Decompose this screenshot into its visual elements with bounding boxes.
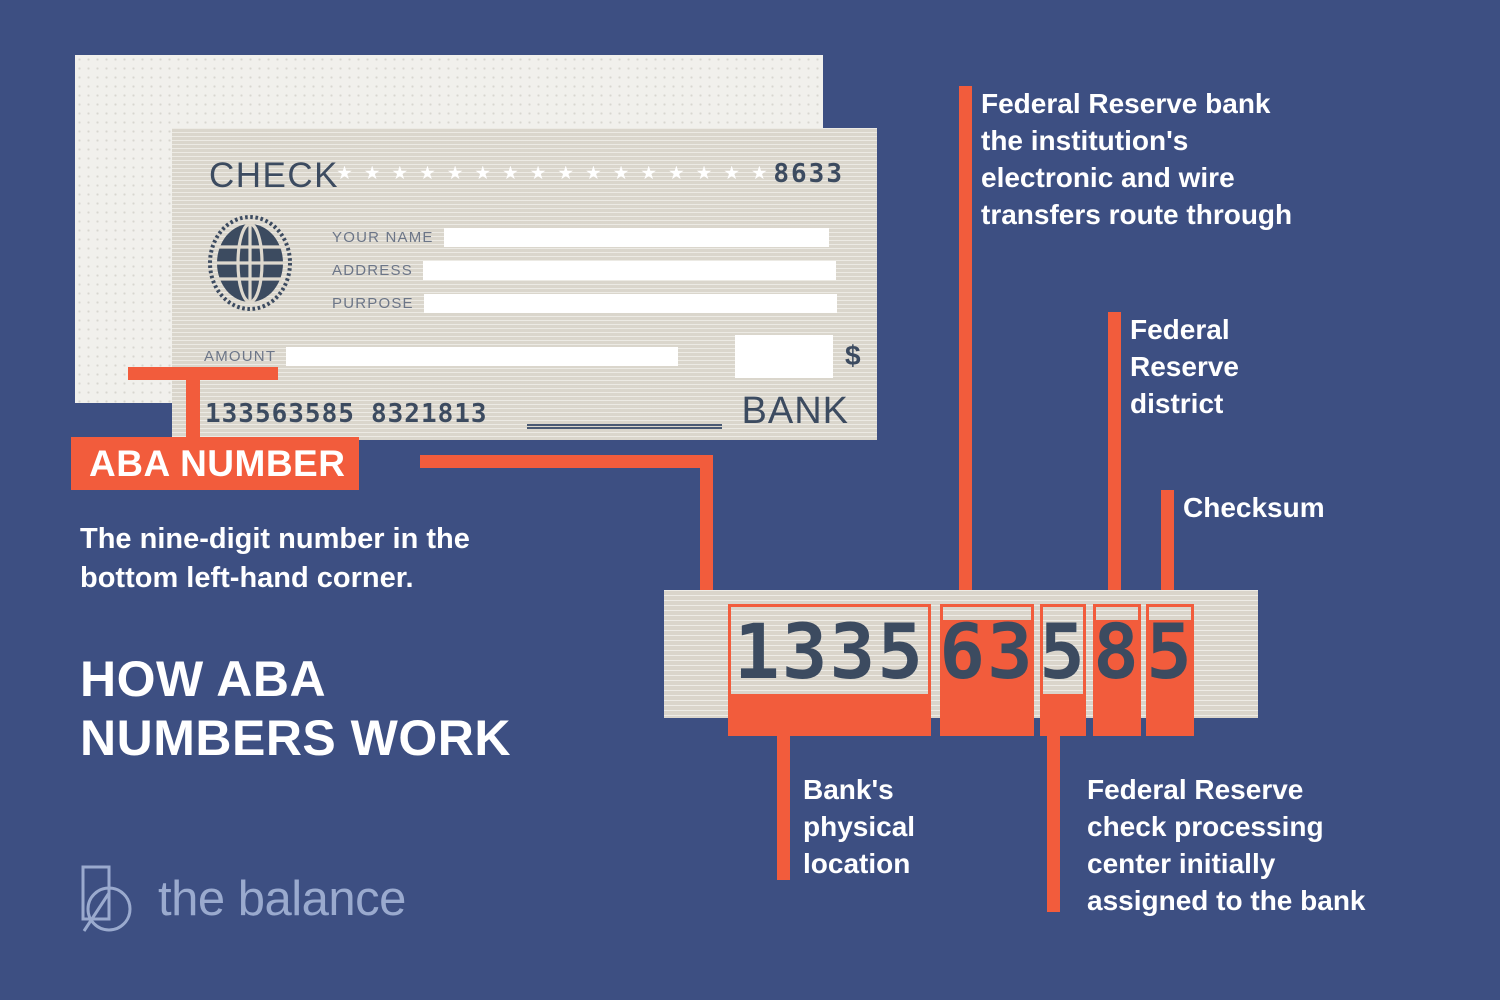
field-label-address: ADDRESS — [332, 261, 413, 279]
star-icon — [752, 165, 767, 180]
check-routing-number: 133563585 — [205, 399, 355, 429]
star-icon — [724, 165, 739, 180]
digit-group-bank-location[interactable]: 1335 — [728, 604, 931, 699]
check-paper: CHECK 8633 YOUR NAME ADDRESS PURPOSE AMO… — [172, 128, 877, 440]
field-row-address: ADDRESS — [332, 260, 836, 280]
note-bank-location: Bank's physical location — [803, 774, 916, 879]
star-icon — [420, 165, 435, 180]
stem-checksum — [1161, 490, 1174, 595]
check-bank-label: BANK — [741, 390, 849, 432]
star-icon — [613, 165, 629, 180]
infographic-canvas: CHECK 8633 YOUR NAME ADDRESS PURPOSE AMO… — [0, 0, 1500, 1000]
logo-text: the balance — [158, 872, 406, 926]
balance-b-icon — [81, 865, 132, 932]
star-icon — [503, 165, 518, 180]
globe-icon — [208, 215, 292, 311]
star-icon — [364, 165, 380, 180]
star-icon — [392, 165, 408, 180]
aba-connector-horizontal — [420, 455, 713, 468]
star-icon — [696, 165, 712, 180]
check-number: 8633 — [773, 159, 844, 189]
note-processing-center: Federal Reserve check processing center … — [1087, 774, 1366, 916]
field-row-amount: AMOUNT — [204, 346, 679, 366]
check-star-row — [337, 162, 767, 184]
aba-connector-drop — [186, 367, 200, 437]
check-account-number: 8321813 — [371, 399, 488, 429]
stem-federal-reserve-district — [1108, 312, 1121, 595]
note-federal-reserve-bank: Federal Reserve bank the institution's e… — [981, 88, 1293, 230]
cap-bank-location — [728, 694, 931, 736]
aba-number-panel: 1335 63 5 8 5 — [664, 590, 1258, 736]
field-input-your-name[interactable] — [443, 227, 829, 247]
digit-group-checksum[interactable]: 5 — [1146, 604, 1194, 699]
aba-number-label: ABA NUMBER — [71, 437, 360, 490]
field-row-purpose: PURPOSE — [332, 293, 837, 313]
check-frame: CHECK 8633 YOUR NAME ADDRESS PURPOSE AMO… — [75, 55, 877, 440]
field-label-amount: AMOUNT — [204, 347, 277, 365]
star-icon — [669, 165, 684, 180]
cap-processing-center — [1040, 694, 1086, 736]
field-input-address[interactable] — [422, 260, 836, 280]
note-federal-reserve-district: Federal Reserve district — [1130, 314, 1239, 419]
digit-group-processing-center[interactable]: 5 — [1039, 604, 1086, 699]
field-input-amount[interactable] — [286, 346, 679, 366]
star-icon — [558, 165, 573, 180]
stem-federal-reserve-bank — [959, 86, 972, 595]
star-icon — [641, 165, 656, 180]
star-icon — [447, 165, 463, 180]
currency-symbol: $ — [845, 340, 861, 371]
field-input-cents[interactable] — [735, 335, 833, 378]
aba-underline-marker — [128, 367, 278, 380]
star-icon — [586, 165, 601, 180]
star-icon — [337, 165, 352, 180]
the-balance-logo: the balance — [80, 865, 406, 933]
star-icon — [530, 165, 546, 180]
signature-line — [527, 424, 722, 429]
aba-description: The nine-digit number in the bottom left… — [80, 523, 470, 595]
field-input-purpose[interactable] — [423, 293, 837, 313]
page-title: HOW ABA NUMBERS WORK — [80, 651, 511, 766]
check-title: CHECK — [209, 156, 340, 195]
field-label-your-name: YOUR NAME — [332, 228, 434, 246]
note-checksum: Checksum — [1183, 492, 1325, 523]
digit-group-federal-reserve-district[interactable]: 8 — [1093, 604, 1141, 699]
field-label-purpose: PURPOSE — [332, 294, 414, 312]
star-icon — [475, 165, 490, 180]
aba-connector-vertical — [700, 455, 713, 595]
digit-group-federal-reserve-bank[interactable]: 63 — [939, 604, 1034, 699]
field-row-your-name: YOUR NAME — [332, 227, 829, 247]
